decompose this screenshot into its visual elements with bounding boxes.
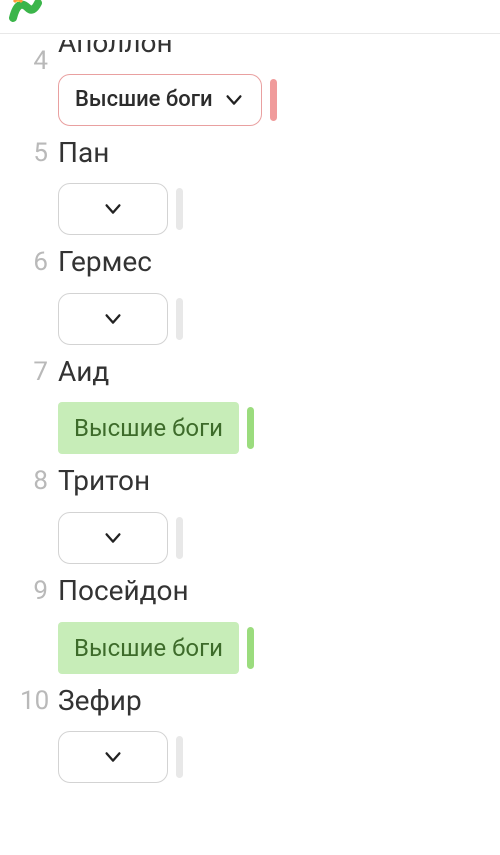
question-name: Гермес [58, 245, 183, 279]
question-number: 4 [20, 44, 58, 76]
question-number: 6 [20, 245, 58, 277]
question-name: Тритон [58, 464, 183, 498]
status-indicator-none [176, 517, 183, 559]
answer-select-wrong[interactable]: Высшие боги [58, 74, 262, 126]
status-indicator-none [176, 188, 183, 230]
question-name: Пан [58, 136, 183, 170]
answer-chip-correct[interactable]: Высшие боги [58, 402, 239, 454]
question-row: 9 Посейдон Высшие боги [20, 574, 480, 674]
question-name: Посейдон [58, 574, 254, 608]
question-number: 10 [20, 684, 58, 716]
answer-select-empty[interactable] [58, 512, 168, 564]
status-indicator-none [176, 298, 183, 340]
chevron-down-icon [102, 527, 124, 549]
question-row: 10 Зефир [20, 684, 480, 784]
chevron-down-icon [102, 308, 124, 330]
answer-select-label: Высшие боги [75, 87, 213, 112]
app-logo [8, 0, 48, 28]
question-number: 9 [20, 574, 58, 606]
question-row: 5 Пан [20, 136, 480, 236]
chevron-down-icon [102, 198, 124, 220]
answer-select-empty[interactable] [58, 731, 168, 783]
answer-chip-label: Высшие боги [74, 414, 223, 442]
question-number: 8 [20, 464, 58, 496]
question-row: 8 Тритон [20, 464, 480, 564]
question-row: 4 Аполлон Высшие боги [20, 44, 480, 126]
answer-select-empty[interactable] [58, 293, 168, 345]
status-indicator-correct [247, 407, 254, 449]
chevron-down-icon [223, 89, 245, 111]
question-number: 5 [20, 136, 58, 168]
question-row: 7 Аид Высшие боги [20, 355, 480, 455]
status-indicator-none [176, 736, 183, 778]
answer-chip-label: Высшие боги [74, 634, 223, 662]
top-bar [0, 0, 500, 34]
question-name: Аид [58, 355, 254, 389]
chevron-down-icon [102, 746, 124, 768]
answer-select-empty[interactable] [58, 183, 168, 235]
status-indicator-wrong [270, 79, 277, 121]
question-row: 6 Гермес [20, 245, 480, 345]
answer-chip-correct[interactable]: Высшие боги [58, 622, 239, 674]
question-number: 7 [20, 355, 58, 387]
question-name: Зефир [58, 684, 183, 718]
question-list: 4 Аполлон Высшие боги 5 Пан [0, 44, 500, 803]
status-indicator-correct [247, 627, 254, 669]
